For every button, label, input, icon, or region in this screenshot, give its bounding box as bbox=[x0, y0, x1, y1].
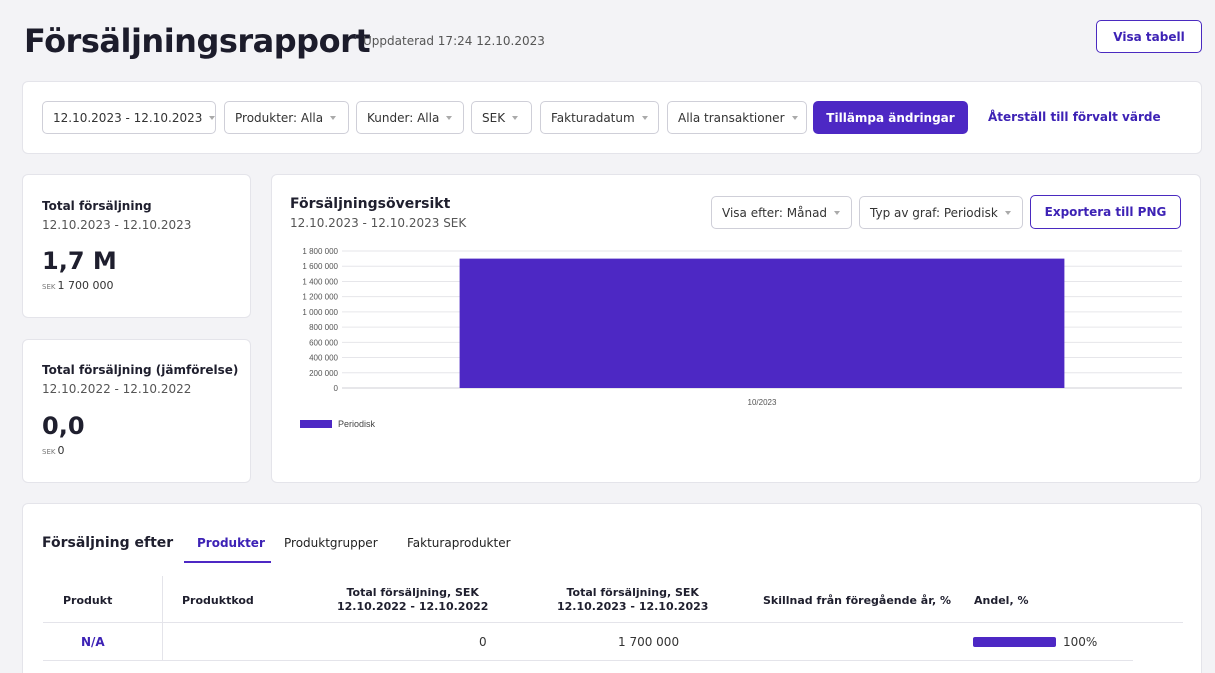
column-header-diff[interactable]: Skillnad från föregående år, % bbox=[763, 594, 951, 608]
header: Försäljningsrapport Uppdaterad 17:24 12.… bbox=[24, 20, 1204, 66]
bar bbox=[459, 258, 1065, 388]
header-divider bbox=[43, 622, 1183, 623]
view-table-button[interactable]: Visa tabell bbox=[1096, 20, 1202, 53]
prev-sales-cell: 0 bbox=[479, 635, 487, 649]
stat-label: Total försäljning bbox=[42, 199, 152, 213]
y-tick-label: 1 000 000 bbox=[302, 308, 338, 317]
stat-range: 12.10.2022 - 12.10.2022 bbox=[42, 382, 192, 396]
sales-chart: 0 200 000 400 000 600 000 800 000 1 000 000 1 … bbox=[300, 247, 1182, 429]
curr-sales-range: 12.10.2023 - 12.10.2023 bbox=[557, 600, 709, 613]
products-value: Produkter: Alla bbox=[235, 110, 324, 125]
sales-breakdown-card: Försäljning efter Produkter Produktgrupp… bbox=[22, 503, 1202, 673]
filter-bar: 12.10.2023 - 12.10.2023 Produkter: Alla … bbox=[22, 81, 1202, 154]
legend-swatch bbox=[300, 420, 332, 428]
breakdown-title: Försäljning efter bbox=[42, 535, 174, 551]
y-tick-label: 0 bbox=[334, 384, 339, 393]
y-tick-label: 200 000 bbox=[309, 369, 338, 378]
sales-overview-card: Försäljningsöversikt 12.10.2023 - 12.10.… bbox=[271, 174, 1201, 483]
y-tick-label: 800 000 bbox=[309, 323, 338, 332]
column-header-curr-sales[interactable]: Total försäljning, SEK 12.10.2023 - 12.1… bbox=[557, 586, 708, 614]
column-header-code[interactable]: Produktkod bbox=[182, 594, 254, 608]
date-type-value: Fakturadatum bbox=[551, 110, 635, 125]
share-bar bbox=[973, 637, 1056, 647]
y-tick-label: 400 000 bbox=[309, 354, 338, 363]
active-tab-indicator bbox=[184, 561, 271, 563]
column-header-prev-sales[interactable]: Total försäljning, SEK 12.10.2022 - 12.1… bbox=[337, 586, 488, 614]
curr-sales-cell: 1 700 000 bbox=[618, 635, 680, 649]
stat-exact: SEK 1 700 000 bbox=[42, 279, 113, 292]
page-title: Försäljningsrapport bbox=[24, 22, 371, 60]
reset-to-default-link[interactable]: Återställ till förvalt värde bbox=[988, 110, 1161, 124]
date-range-value: 12.10.2023 - 12.10.2023 bbox=[53, 110, 203, 125]
date-range-dropdown[interactable]: 12.10.2023 - 12.10.2023 bbox=[42, 101, 216, 134]
product-link[interactable]: N/A bbox=[81, 635, 105, 649]
y-tick-label: 1 200 000 bbox=[302, 293, 338, 302]
share-cell: 100% bbox=[1063, 635, 1098, 649]
stat-currency: SEK bbox=[42, 283, 56, 291]
x-tick-label: 10/2023 bbox=[748, 398, 777, 407]
y-tick-label: 1 400 000 bbox=[302, 277, 338, 286]
stat-label: Total försäljning (jämförelse) bbox=[42, 363, 239, 377]
products-dropdown[interactable]: Produkter: Alla bbox=[224, 101, 349, 134]
currency-value: SEK bbox=[482, 110, 506, 125]
prev-sales-title: Total försäljning, SEK bbox=[346, 586, 479, 599]
chevron-down-icon bbox=[512, 115, 519, 120]
tab-product-groups[interactable]: Produktgrupper bbox=[284, 536, 378, 550]
apply-changes-button[interactable]: Tillämpa ändringar bbox=[813, 101, 968, 134]
curr-sales-title: Total försäljning, SEK bbox=[566, 586, 699, 599]
stat-exact-value: 0 bbox=[57, 444, 65, 457]
chevron-down-icon bbox=[330, 115, 337, 120]
y-tick-label: 600 000 bbox=[309, 338, 338, 347]
chevron-down-icon bbox=[641, 115, 648, 120]
stat-range: 12.10.2023 - 12.10.2023 bbox=[42, 218, 192, 232]
tab-invoice-products[interactable]: Fakturaprodukter bbox=[407, 536, 511, 550]
customers-dropdown[interactable]: Kunder: Alla bbox=[356, 101, 464, 134]
stat-exact-value: 1 700 000 bbox=[57, 279, 114, 292]
legend-label: Periodisk bbox=[338, 419, 376, 429]
comparison-sales-card: Total försäljning (jämförelse) 12.10.202… bbox=[22, 339, 251, 483]
updated-timestamp: Uppdaterad 17:24 12.10.2023 bbox=[363, 34, 545, 48]
total-sales-card: Total försäljning 12.10.2023 - 12.10.202… bbox=[22, 174, 251, 318]
stat-currency: SEK bbox=[42, 448, 56, 456]
stat-exact: SEK 0 bbox=[42, 444, 64, 457]
transactions-dropdown[interactable]: Alla transaktioner bbox=[667, 101, 807, 134]
chevron-down-icon bbox=[209, 115, 216, 120]
chevron-down-icon bbox=[791, 115, 798, 120]
y-tick-label: 1 800 000 bbox=[302, 247, 338, 256]
stat-value: 0,0 bbox=[42, 412, 85, 440]
stat-value: 1,7 M bbox=[42, 247, 117, 275]
row-divider bbox=[43, 660, 1133, 661]
column-header-share[interactable]: Andel, % bbox=[974, 594, 1028, 608]
y-tick-label: 1 600 000 bbox=[302, 262, 338, 271]
date-type-dropdown[interactable]: Fakturadatum bbox=[540, 101, 659, 134]
column-divider bbox=[162, 576, 163, 661]
transactions-value: Alla transaktioner bbox=[678, 110, 785, 125]
customers-value: Kunder: Alla bbox=[367, 110, 440, 125]
currency-dropdown[interactable]: SEK bbox=[471, 101, 532, 134]
tab-products[interactable]: Produkter bbox=[197, 536, 265, 550]
chevron-down-icon bbox=[446, 115, 453, 120]
column-header-product[interactable]: Produkt bbox=[63, 594, 112, 608]
prev-sales-range: 12.10.2022 - 12.10.2022 bbox=[337, 600, 489, 613]
